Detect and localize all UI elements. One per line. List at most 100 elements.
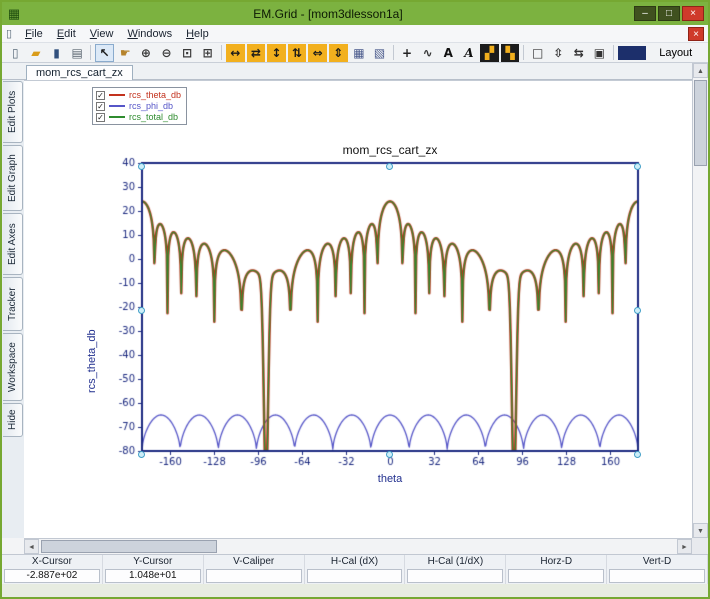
sidebar-item-edit-axes[interactable]: Edit Axes xyxy=(3,213,23,275)
status-value xyxy=(609,569,705,583)
window-title: EM.Grid - [mom3dlesson1a] xyxy=(22,7,634,21)
zoom-fit-icon[interactable]: ⊞ xyxy=(198,44,217,62)
menu-items: File Edit View Windows Help xyxy=(18,27,216,41)
fill-pattern-icon[interactable]: ▞ xyxy=(480,44,499,62)
status-header: X-Cursor xyxy=(2,555,102,569)
save-icon[interactable]: ▮ xyxy=(47,44,66,62)
toolbar-separator xyxy=(523,45,524,60)
autoscale-axes-icon[interactable]: ⇕ xyxy=(329,44,348,62)
select-arrow-icon[interactable]: ↖ xyxy=(95,44,114,62)
menu-windows[interactable]: Windows xyxy=(120,27,179,41)
scroll-up-button[interactable]: ▲ xyxy=(693,63,708,78)
line-color-swatch[interactable] xyxy=(618,46,646,60)
scroll-x-axis-icon[interactable]: ⇄ xyxy=(247,44,266,62)
menubar: ▯ File Edit View Windows Help × xyxy=(2,25,708,43)
zoom-out-icon[interactable]: ⊖ xyxy=(157,44,176,62)
plot-resize-handle-bottom-mid[interactable] xyxy=(386,451,393,458)
menu-edit[interactable]: Edit xyxy=(50,27,83,41)
maximize-button[interactable]: □ xyxy=(658,6,680,21)
print-icon[interactable]: ▤ xyxy=(68,44,87,62)
close-button[interactable]: × xyxy=(682,6,704,21)
document-icon: ▯ xyxy=(6,27,12,40)
expand-y-axis-icon[interactable]: ↕ xyxy=(267,44,286,62)
statusbar: X-Cursor -2.887e+02 Y-Cursor 1.048e+01 V… xyxy=(2,554,708,584)
menu-view[interactable]: View xyxy=(83,27,121,41)
horizontal-scroll-thumb[interactable] xyxy=(41,540,217,553)
open-folder-icon[interactable]: ▰ xyxy=(27,44,46,62)
plot-resize-handle-top-mid[interactable] xyxy=(386,163,393,170)
tile-windows-icon[interactable]: ▣ xyxy=(590,44,609,62)
status-h-cal-1dx: H-Cal (1/dX) xyxy=(405,555,506,584)
line-pattern-icon[interactable]: ▚ xyxy=(501,44,520,62)
frame-box-icon[interactable]: □ xyxy=(528,44,547,62)
plot-resize-handle-top-right[interactable] xyxy=(634,163,641,170)
expand-x-axis-icon[interactable]: ↔ xyxy=(226,44,245,62)
toolbar-separator xyxy=(613,45,614,60)
tab-mom-rcs-cart-zx[interactable]: mom_rcs_cart_zx xyxy=(26,65,133,80)
vertical-scrollbar[interactable]: ▲ ▼ xyxy=(692,63,708,538)
sidebar-item-hide[interactable]: Hide xyxy=(3,403,23,437)
plot-resize-handle-bottom-right[interactable] xyxy=(634,451,641,458)
status-value xyxy=(307,569,403,583)
legend-item: ✓ rcs_theta_db xyxy=(96,90,181,100)
status-value xyxy=(407,569,503,583)
plot-resize-handle-mid-right[interactable] xyxy=(634,307,641,314)
menu-file[interactable]: File xyxy=(18,27,50,41)
status-vert-d: Vert-D xyxy=(607,555,708,584)
status-v-caliper: V-Caliper xyxy=(204,555,305,584)
scroll-left-button[interactable]: ◄ xyxy=(24,539,39,554)
legend-panel-icon[interactable]: ▧ xyxy=(370,44,389,62)
fit-horizontal-icon[interactable]: ⇆ xyxy=(570,44,589,62)
status-header: Vert-D xyxy=(607,555,707,569)
tracker-curve-icon[interactable]: ∿ xyxy=(418,44,437,62)
scroll-right-button[interactable]: ► xyxy=(677,539,692,554)
status-horz-d: Horz-D xyxy=(506,555,607,584)
toolbar-separator xyxy=(221,45,222,60)
status-header: Y-Cursor xyxy=(103,555,203,569)
legend-checkbox[interactable]: ✓ xyxy=(96,102,105,111)
sidebar-item-edit-plots[interactable]: Edit Plots xyxy=(3,81,23,143)
titlebar[interactable]: ▦ EM.Grid - [mom3dlesson1a] – □ × xyxy=(2,2,708,25)
plot-resize-handle-bottom-left[interactable] xyxy=(138,451,145,458)
italic-text-icon[interactable]: A xyxy=(460,44,479,62)
add-cursor-icon[interactable]: + xyxy=(398,44,417,62)
scroll-y-axis-icon[interactable]: ⇅ xyxy=(288,44,307,62)
vertical-scroll-thumb[interactable] xyxy=(694,80,707,166)
status-value xyxy=(206,569,302,583)
status-x-cursor: X-Cursor -2.887e+02 xyxy=(2,555,103,584)
y-axis-label: rcs_theta_db xyxy=(86,253,98,393)
status-header: Horz-D xyxy=(506,555,606,569)
scroll-down-button[interactable]: ▼ xyxy=(693,523,708,538)
grid-panel-icon[interactable]: ▦ xyxy=(350,44,369,62)
window-controls: – □ × xyxy=(634,6,704,21)
new-file-icon[interactable]: ▯ xyxy=(6,44,25,62)
close-document-button[interactable]: × xyxy=(688,27,704,41)
zoom-in-icon[interactable]: ⊕ xyxy=(137,44,156,62)
sidebar-item-workspace[interactable]: Workspace xyxy=(3,333,23,401)
minimize-button[interactable]: – xyxy=(634,6,656,21)
legend-checkbox[interactable]: ✓ xyxy=(96,113,105,122)
status-value: -2.887e+02 xyxy=(4,569,100,583)
fit-vertical-icon[interactable]: ⇳ xyxy=(549,44,568,62)
pan-hand-icon[interactable]: ☛ xyxy=(116,44,135,62)
status-value: 1.048e+01 xyxy=(105,569,201,583)
expand-xy-axes-icon[interactable]: ⇔ xyxy=(308,44,327,62)
x-axis-label: theta xyxy=(142,473,638,485)
plot-resize-handle-mid-left[interactable] xyxy=(138,307,145,314)
legend-checkbox[interactable]: ✓ xyxy=(96,91,105,100)
status-y-cursor: Y-Cursor 1.048e+01 xyxy=(103,555,204,584)
menu-help[interactable]: Help xyxy=(179,27,216,41)
toolbar: ▯ ▰ ▮ ▤ ↖ ☛ ⊕ ⊖ ⊡ ⊞ ↔ ⇄ ↕ ⇅ ⇔ ⇕ xyxy=(2,43,708,63)
legend-item: ✓ rcs_total_db xyxy=(96,112,181,122)
zoom-window-icon[interactable]: ⊡ xyxy=(178,44,197,62)
legend-item: ✓ rcs_phi_db xyxy=(96,101,181,111)
app-window: ▦ EM.Grid - [mom3dlesson1a] – □ × ▯ File… xyxy=(0,0,710,599)
add-text-icon[interactable]: A xyxy=(439,44,458,62)
sidebar-item-edit-graph[interactable]: Edit Graph xyxy=(3,145,23,211)
layout-dropdown[interactable]: Layout ▾ xyxy=(648,44,704,62)
plot-canvas[interactable] xyxy=(82,147,682,477)
sidebar-item-tracker[interactable]: Tracker xyxy=(3,277,23,331)
app-icon: ▦ xyxy=(6,6,22,22)
plot-resize-handle-top-left[interactable] xyxy=(138,163,145,170)
horizontal-scrollbar[interactable]: ◄ ► xyxy=(24,538,692,554)
